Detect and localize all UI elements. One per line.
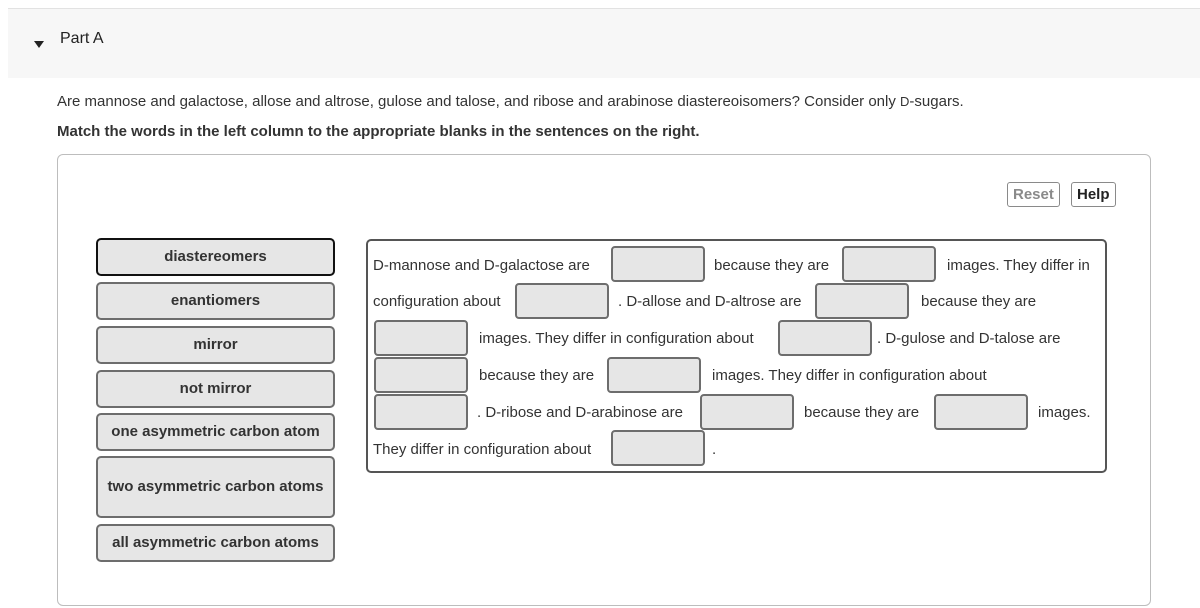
word-tile-not-mirror[interactable]: not mirror [96,370,335,408]
drop-blank-2[interactable] [842,246,936,282]
reset-button[interactable]: Reset [1007,182,1060,207]
drop-blank-12[interactable] [611,430,705,466]
word-tile-two-asymmetric-carbon-atoms[interactable]: two asymmetric carbon atoms [96,456,335,518]
sentence-text: because they are [714,257,830,274]
drop-blank-10[interactable] [700,394,794,430]
word-tile-enantiomers[interactable]: enantiomers [96,282,335,320]
sentence-text: . D-allose and D-altrose are [618,293,802,310]
drop-blank-11[interactable] [934,394,1028,430]
sentence-panel: D-mannose and D-galactose are because th… [366,239,1107,473]
drop-blank-5[interactable] [374,320,468,356]
word-tile-all-asymmetric-carbon-atoms[interactable]: all asymmetric carbon atoms [96,524,335,562]
question-text: Are mannose and galactose, allose and al… [57,93,964,110]
word-tile-one-asymmetric-carbon-atom[interactable]: one asymmetric carbon atom [96,413,335,451]
drop-blank-4[interactable] [815,283,909,319]
drop-blank-9[interactable] [374,394,468,430]
part-header[interactable]: Part A [8,8,1200,78]
drop-blank-7[interactable] [374,357,468,393]
sentence-text: configuration about [373,293,501,310]
sentence-text: images. They differ in configuration abo… [712,367,987,384]
word-tile-diastereomers[interactable]: diastereomers [96,238,335,276]
sentence-text: They differ in configuration about [373,441,592,458]
part-title: Part A [60,30,104,47]
drop-blank-6[interactable] [778,320,872,356]
drop-blank-3[interactable] [515,283,609,319]
sentence-text: images. [1038,404,1091,421]
sentence-text: because they are [921,293,1037,310]
drop-blank-1[interactable] [611,246,705,282]
sentence-text: . [712,441,717,458]
sentence-text: images. They differ in configuration abo… [479,330,754,347]
help-button[interactable]: Help [1071,182,1116,207]
collapse-triangle-icon[interactable] [34,41,44,48]
instruction-text: Match the words in the left column to th… [57,123,700,140]
sentence-text: images. They differ in [947,257,1090,274]
sentence-text: D-mannose and D-galactose are [373,257,590,274]
sentence-text: . D-gulose and D-talose are [877,330,1061,347]
sentence-text: because they are [804,404,920,421]
word-tile-mirror[interactable]: mirror [96,326,335,364]
sentence-text: . D-ribose and D-arabinose are [477,404,683,421]
drop-blank-8[interactable] [607,357,701,393]
sentence-text: because they are [479,367,595,384]
